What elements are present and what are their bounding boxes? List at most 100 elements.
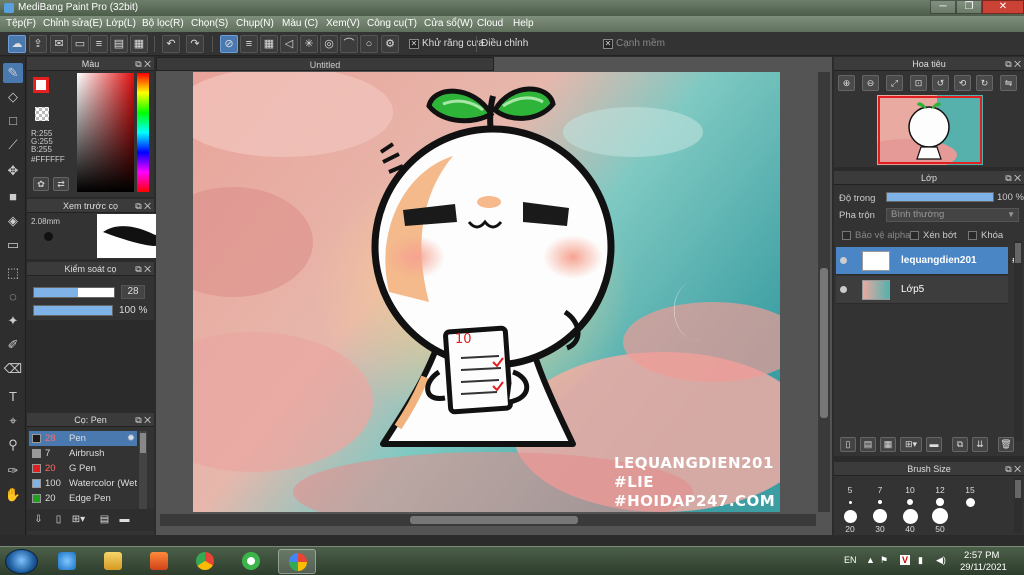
comment-icon[interactable]: ✉ [50, 35, 68, 53]
zoom-in-icon[interactable]: ⊕ [838, 75, 855, 91]
protect-alpha-checkbox[interactable] [842, 231, 851, 240]
brush-list-item[interactable]: 28 Pen ✹ [29, 431, 137, 446]
brush-size-option[interactable]: 10 [898, 485, 922, 495]
taskbar-ie[interactable] [48, 549, 86, 574]
eraser-icon[interactable]: ◇ [3, 87, 23, 107]
parallel-snap-icon[interactable]: ≡ [240, 35, 258, 53]
curve-snap-icon[interactable]: ⌒ [340, 35, 358, 53]
bucket-icon[interactable]: ◈ [3, 211, 23, 231]
taskbar-coccoc[interactable] [232, 549, 270, 574]
flag-icon[interactable]: ⚑ [880, 555, 888, 566]
brush-size-option[interactable]: 20 [838, 524, 862, 534]
new-brush-icon[interactable]: ▯ [51, 513, 66, 527]
close-button[interactable]: ✕ [982, 0, 1024, 14]
text-icon[interactable]: T [3, 387, 23, 407]
scroll-thumb[interactable] [820, 268, 828, 418]
circle-snap-icon[interactable]: ○ [360, 35, 378, 53]
page-icon[interactable]: ▭ [71, 35, 89, 53]
zoom-out-icon[interactable]: ⊖ [862, 75, 879, 91]
hue-slider[interactable] [137, 73, 149, 192]
menu-filter[interactable]: Bộ lọc(R) [142, 18, 184, 29]
antialias-checkbox[interactable]: ✕ [409, 39, 419, 49]
brush-list-item[interactable]: 20 G Pen [29, 461, 137, 476]
rotate-left-icon[interactable]: ↺ [932, 75, 949, 91]
rectangle-icon[interactable]: □ [3, 111, 23, 131]
clock-time[interactable]: 2:57 PM [964, 550, 999, 561]
menu-snap[interactable]: Chụp(N) [236, 18, 274, 29]
duplicate-layer-icon[interactable]: ⧉ [952, 437, 968, 452]
fg-bg-swatches[interactable] [33, 77, 59, 103]
panel-float-close-icon[interactable]: ⧉ ✕ [135, 57, 151, 71]
grid-icon[interactable]: ▦ [130, 35, 148, 53]
menu-tools[interactable]: Công cụ(T) [367, 18, 417, 29]
document-tab[interactable]: Untitled [156, 57, 494, 71]
brush-icon[interactable]: ✎ [3, 63, 23, 83]
brush-list-item[interactable]: 20 Edge Pen [29, 491, 137, 506]
vanishing-snap-icon[interactable]: ◁ [280, 35, 298, 53]
canvas-horizontal-scrollbar[interactable] [160, 514, 816, 526]
dropper-icon[interactable]: ✑ [3, 461, 23, 481]
menu-help[interactable]: Help [513, 18, 534, 29]
lasso-icon[interactable]: ◌ [3, 287, 23, 307]
panel-float-close-icon[interactable]: ⧉ ✕ [135, 262, 151, 276]
tray-arrow-icon[interactable]: ▲ [866, 555, 875, 565]
undo-icon[interactable]: ↶ [162, 35, 180, 53]
rotate-right-icon[interactable]: ↻ [976, 75, 993, 91]
gear-icon[interactable]: ✹ [127, 431, 135, 446]
add-layer-menu-icon[interactable]: ⊞▾ [900, 437, 922, 452]
flip-icon[interactable]: ⇋ [1000, 75, 1017, 91]
stabilizer-slider[interactable] [33, 287, 115, 298]
layer-row[interactable]: Lớp5 [836, 276, 1008, 304]
menu-select[interactable]: Chọn(S) [191, 18, 228, 29]
layer-opacity-slider[interactable] [886, 192, 994, 202]
brush-size-dot[interactable] [902, 508, 918, 524]
brush-size-dot[interactable] [932, 508, 948, 524]
panel-float-close-icon[interactable]: ⧉ ✕ [135, 199, 151, 213]
clock-date[interactable]: 29/11/2021 [960, 562, 1007, 573]
visibility-icon[interactable] [840, 257, 847, 264]
brush-size-option[interactable]: 5 [838, 485, 862, 495]
snap-off-icon[interactable]: ⊘ [220, 35, 238, 53]
actual-size-icon[interactable]: ⊡ [910, 75, 927, 91]
taskbar-explorer[interactable] [94, 549, 132, 574]
concentric-snap-icon[interactable]: ◎ [320, 35, 338, 53]
scroll-thumb[interactable] [140, 433, 146, 453]
transparent-color[interactable] [35, 107, 49, 121]
new-1bit-layer-icon[interactable]: ▦ [880, 437, 896, 452]
panel-float-close-icon[interactable]: ⧉ ✕ [1005, 462, 1021, 476]
radial-snap-icon[interactable]: ✳ [300, 35, 318, 53]
magic-wand-icon[interactable]: ✦ [3, 311, 23, 331]
taskbar-medibang[interactable] [278, 549, 316, 574]
brush-size-option[interactable]: 30 [868, 524, 892, 534]
new-layer-icon[interactable]: ▯ [840, 437, 856, 452]
eyedropper-icon[interactable]: ⚲ [3, 435, 23, 455]
share-icon[interactable]: ⇪ [29, 35, 47, 53]
menu-edit[interactable]: Chỉnh sửa(E) [43, 18, 103, 29]
hand-icon[interactable]: ✋ [3, 485, 23, 505]
menu-file[interactable]: Tệp(F) [6, 18, 36, 29]
brush-size-scrollbar[interactable] [1014, 478, 1022, 533]
layer-folder-icon[interactable]: ▬ [926, 437, 942, 452]
visibility-icon[interactable] [840, 286, 847, 293]
brush-folder-icon[interactable]: ▬ [117, 513, 132, 527]
brush-size-dot[interactable] [848, 500, 852, 504]
panel-float-close-icon[interactable]: ⧉ ✕ [135, 413, 151, 427]
layer-scrollbar[interactable] [1014, 241, 1022, 441]
cross-snap-icon[interactable]: ▦ [260, 35, 278, 53]
new-halftone-layer-icon[interactable]: ▤ [860, 437, 876, 452]
antivirus-icon[interactable]: V [900, 555, 911, 565]
panel-icon[interactable]: ▤ [110, 35, 128, 53]
restore-button[interactable]: ❐ [956, 0, 982, 14]
foreground-color[interactable] [33, 77, 49, 93]
brush-size-dot[interactable] [843, 509, 857, 523]
brush-settings-icon[interactable]: ▤ [97, 513, 112, 527]
minimize-button[interactable]: ─ [930, 0, 956, 14]
add-brush-icon[interactable]: ⊞▾ [71, 513, 86, 527]
select-pen-icon[interactable]: ✐ [3, 335, 23, 355]
navigator-thumbnail[interactable] [857, 95, 983, 171]
brush-list-item[interactable]: 7 Airbrush [29, 446, 137, 461]
panel-float-close-icon[interactable]: ⧉ ✕ [1005, 171, 1021, 185]
swap-color-icon[interactable]: ⇄ [53, 177, 69, 191]
start-button[interactable] [5, 549, 38, 574]
marquee-icon[interactable]: ⬚ [3, 263, 23, 283]
